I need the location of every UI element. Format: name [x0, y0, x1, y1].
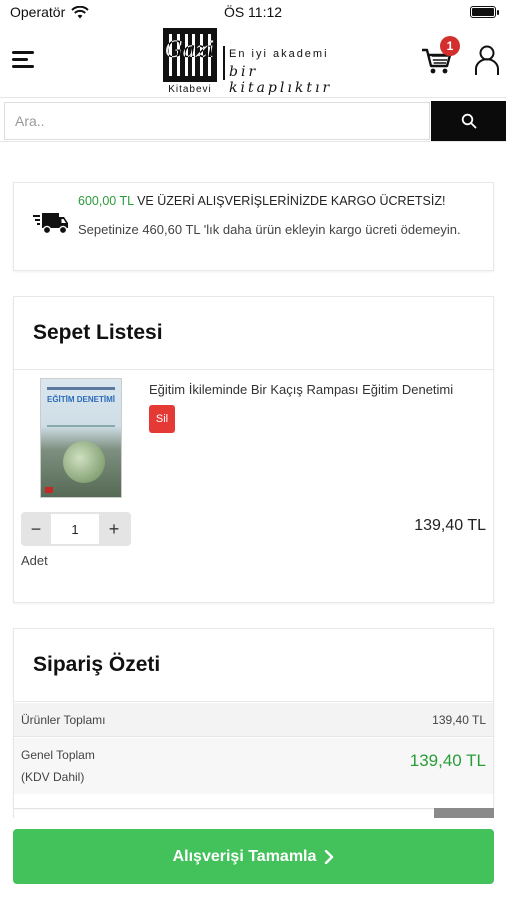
cart-item-title[interactable]: Eğitim İkileminde Bir Kaçış Rampası Eğit… [149, 382, 453, 397]
order-summary-card: Sipariş Özeti Ürünler Toplamı 139,40 TL … [13, 628, 494, 808]
search-bar [0, 100, 506, 142]
app-header: Gazi Kitabevi En iyi akademi bir kitaplı… [0, 24, 506, 98]
cart-list-card: Sepet Listesi EĞİTİM DENETİMİ Eğitim İki… [13, 296, 494, 603]
divider [14, 701, 493, 702]
grand-total-row: Genel Toplam (KDV Dahil) 139,40 TL [14, 738, 493, 794]
logo-tagline-2: bir kitaplıktır [229, 64, 333, 96]
logo-subtitle: Kitabevi [168, 84, 212, 95]
cart-item-price: 139,40 TL [414, 517, 486, 534]
delivery-truck-icon [33, 213, 68, 235]
book-cover-image[interactable]: EĞİTİM DENETİMİ [40, 378, 122, 498]
cart-list-title: Sepet Listesi [33, 321, 163, 344]
free-shipping-banner: 600,00 TL VE ÜZERİ ALIŞVERİŞLERİNİZDE KA… [13, 182, 494, 271]
logo-tagline-1: En iyi akademi [229, 48, 329, 60]
increase-quantity-button[interactable]: + [99, 512, 129, 546]
grand-total-label: Genel Toplam [21, 748, 95, 762]
divider [14, 369, 493, 370]
logo[interactable]: Gazi Kitabevi En iyi akademi bir kitaplı… [163, 28, 343, 98]
products-total-row: Ürünler Toplamı 139,40 TL [14, 703, 493, 737]
products-total-value: 139,40 TL [432, 713, 486, 727]
free-shipping-text: VE ÜZERİ ALIŞVERİŞLERİNİZDE KARGO ÜCRETS… [133, 194, 446, 208]
quantity-label: Adet [21, 553, 48, 568]
free-shipping-message: Sepetinize 460,60 TL 'lık daha ürün ekle… [78, 222, 461, 237]
hamburger-menu-icon[interactable] [12, 50, 36, 70]
grand-total-value: 139,40 TL [409, 751, 486, 770]
delete-item-button[interactable]: Sil [149, 405, 175, 433]
logo-divider [223, 46, 225, 80]
decrease-quantity-button[interactable]: − [21, 512, 51, 546]
chevron-right-icon [325, 849, 334, 864]
cart-count-badge: 1 [440, 36, 460, 56]
quantity-input[interactable] [51, 514, 99, 544]
user-account-icon[interactable] [474, 44, 500, 76]
status-bar: Operatör ÖS 11:12 [0, 0, 506, 24]
partial-element [13, 808, 494, 818]
vat-included-note: (KDV Dahil) [21, 770, 85, 784]
products-total-label: Ürünler Toplamı [21, 713, 106, 727]
bottom-bar: Alışverişi Tamamla [0, 818, 506, 900]
free-shipping-threshold: 600,00 TL [78, 194, 134, 208]
status-time: ÖS 11:12 [223, 4, 283, 20]
search-icon [461, 113, 476, 129]
battery-icon [470, 6, 499, 18]
search-input[interactable] [4, 102, 430, 140]
search-button[interactable] [431, 101, 506, 141]
checkout-button[interactable]: Alışverişi Tamamla [13, 829, 494, 884]
book-cover-text: EĞİTİM DENETİMİ [47, 395, 115, 404]
checkout-label: Alışverişi Tamamla [172, 847, 317, 865]
order-summary-title: Sipariş Özeti [33, 653, 161, 676]
logo-mark: Gazi [163, 28, 217, 82]
free-shipping-headline: 600,00 TL VE ÜZERİ ALIŞVERİŞLERİNİZDE KA… [78, 194, 445, 208]
quantity-stepper: − + [21, 512, 131, 546]
